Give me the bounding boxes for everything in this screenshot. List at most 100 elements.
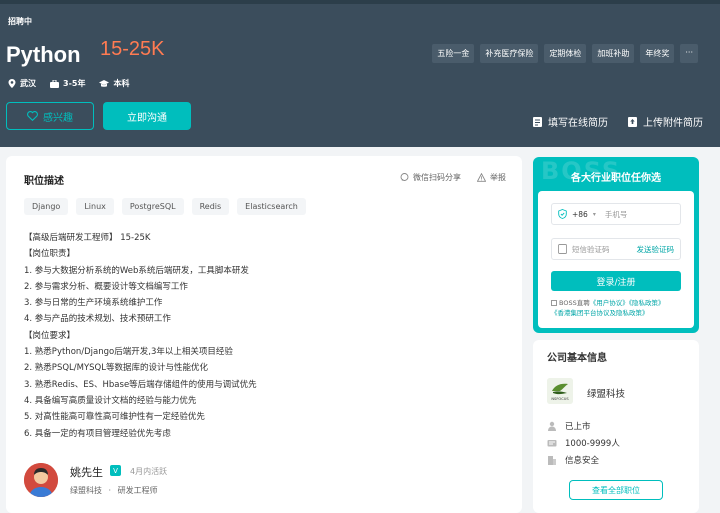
desc-line: 【岗位职责】 — [24, 249, 76, 260]
company-listed-row: 已上市 — [547, 420, 591, 432]
skill-tag: Elasticsearch — [237, 198, 306, 215]
desc-line: 1. 熟悉Python/Django后端开发,3年以上相关项目经验 — [24, 347, 233, 358]
person-avatar-icon — [24, 463, 58, 497]
company-logo[interactable]: NSFOCUS — [547, 378, 573, 404]
meta-degree-text: 本科 — [113, 79, 130, 88]
recruiter-company-name: 绿盟科技 — [70, 486, 102, 495]
upload-resume-label: 上传附件简历 — [643, 118, 703, 129]
interest-button-label: 感兴趣 — [43, 112, 73, 124]
company-listed: 已上市 — [565, 422, 591, 432]
job-description-card: 职位描述 微信扫码分享 举报 Django Linux PostgreSQL R… — [6, 156, 522, 513]
send-code-button[interactable]: 发送验证码 — [637, 244, 675, 255]
online-resume-link[interactable]: 填写在线简历 — [533, 114, 608, 129]
briefcase-icon — [50, 79, 59, 88]
skill-tag: Django — [24, 198, 69, 215]
sms-code-icon — [558, 244, 567, 254]
building-icon — [548, 456, 556, 465]
benefit-tag: 加班补助 — [592, 44, 635, 63]
country-code-select[interactable]: +86 — [572, 210, 588, 219]
hk-group-agreement-link[interactable]: 《香港集团平台协议及隐私政策》 — [551, 309, 649, 317]
desc-line: 1. 参与大数据分析系统的Web系统后端研发，工具脚本研发 — [24, 265, 249, 276]
chat-now-button[interactable]: 立即沟通 — [103, 102, 191, 130]
company-size: 1000-9999人 — [565, 439, 620, 449]
company-name[interactable]: 绿盟科技 — [587, 386, 625, 400]
benefit-tag: 定期体检 — [544, 44, 587, 63]
recruiter-name: 姚先生 — [70, 466, 103, 479]
view-all-jobs-button[interactable]: 查看全部职位 — [569, 480, 663, 500]
online-resume-label: 填写在线简历 — [548, 118, 608, 129]
benefit-tags: 五险一金 补充医疗保险 定期体检 加班补助 年终奖 ··· — [432, 44, 698, 63]
upload-resume-link[interactable]: 上传附件简历 — [628, 114, 703, 129]
recruiter-active-status: 4月内活跃 — [130, 467, 168, 476]
skill-tag: Linux — [76, 198, 114, 215]
meta-location-text: 武汉 — [20, 79, 36, 88]
benefit-tag: 年终奖 — [640, 44, 675, 63]
chat-bubble-icon — [400, 173, 409, 181]
sms-code-input[interactable]: 短信验证码 发送验证码 — [551, 238, 681, 260]
wechat-share-button[interactable]: 微信扫码分享 — [400, 172, 461, 183]
sms-code-placeholder: 短信验证码 — [572, 244, 610, 254]
job-status: 招聘中 — [8, 17, 32, 26]
location-pin-icon — [8, 79, 16, 88]
company-size-row: 1000-9999人 — [547, 437, 620, 449]
desc-line: 【岗位要求】 — [24, 330, 76, 341]
company-logo-image: NSFOCUS — [547, 378, 573, 404]
report-button[interactable]: 举报 — [477, 172, 506, 183]
agree-prefix: BOSS直聘 — [559, 299, 590, 307]
login-title: 各大行业职位任你选 — [571, 173, 661, 184]
report-label: 举报 — [490, 173, 506, 182]
recruiter-company: 绿盟科技 · 研发工程师 — [70, 485, 158, 496]
recruiter-avatar[interactable] — [24, 463, 58, 497]
desc-line: 【高级后端研发工程师】 15-25K — [24, 233, 151, 243]
company-info-card: 公司基本信息 NSFOCUS 绿盟科技 已上市 1000-9999人 信息安全 … — [533, 340, 699, 513]
wechat-share-label: 微信扫码分享 — [413, 173, 461, 182]
desc-line: 6. 具备一定的有项目管理经验优先考虑 — [24, 428, 171, 439]
job-description-text: 【高级后端研发工程师】 15-25K 【岗位职责】 1. 参与大数据分析系统的W… — [24, 230, 257, 442]
graduation-cap-icon — [99, 79, 110, 87]
desc-line: 2. 熟悉PSQL/MYSQL等数据库的设计与性能优化 — [24, 363, 208, 374]
user-agreement-link[interactable]: 《用户协议》 — [590, 299, 629, 307]
login-form: +86 ▾ 手机号 短信验证码 发送验证码 登录/注册 BOSS直聘《用户协议》… — [538, 191, 694, 328]
people-group-icon — [547, 440, 557, 447]
desc-line: 3. 参与日常的生产环境系统维护工作 — [24, 298, 163, 309]
upload-file-icon — [628, 116, 637, 127]
skill-tags: Django Linux PostgreSQL Redis Elasticsea… — [24, 198, 306, 215]
desc-line: 4. 参与产品的技术规划、技术预研工作 — [24, 314, 171, 325]
verified-badge-icon: V — [110, 465, 121, 476]
meta-experience: 3-5年 — [50, 78, 85, 89]
desc-line: 2. 参与需求分析、概要设计等文档编写工作 — [24, 281, 188, 292]
chat-now-label: 立即沟通 — [127, 112, 167, 124]
skill-tag: PostgreSQL — [121, 198, 184, 215]
chevron-down-icon: ▾ — [592, 210, 596, 218]
agree-checkbox[interactable] — [551, 300, 557, 306]
benefits-more-button[interactable]: ··· — [680, 44, 698, 63]
login-register-button[interactable]: 登录/注册 — [551, 271, 681, 291]
phone-input[interactable]: +86 ▾ 手机号 — [551, 203, 681, 225]
company-industry: 信息安全 — [565, 456, 600, 466]
benefit-tag: 补充医疗保险 — [480, 44, 539, 63]
company-logo-text: NSFOCUS — [551, 397, 569, 401]
benefit-tag: 五险一金 — [432, 44, 475, 63]
privacy-policy-link[interactable]: 《隐私政策》 — [629, 299, 665, 307]
login-card: BOSS 各大行业职位任你选 +86 ▾ 手机号 短信验证码 发送验证码 登录/… — [533, 157, 699, 333]
skill-tag: Redis — [191, 198, 230, 215]
phone-placeholder: 手机号 — [604, 209, 628, 219]
meta-degree: 本科 — [99, 78, 129, 89]
section-title: 职位描述 — [24, 176, 64, 187]
heart-icon — [27, 111, 38, 121]
meta-experience-text: 3-5年 — [63, 79, 86, 88]
recruiter-info[interactable]: 姚先生 V 4月内活跃 绿盟科技 · 研发工程师 — [24, 463, 504, 503]
company-section-title: 公司基本信息 — [547, 353, 607, 364]
person-icon — [548, 421, 556, 431]
interest-button[interactable]: 感兴趣 — [6, 102, 94, 130]
warning-icon — [477, 173, 486, 182]
resume-edit-icon — [533, 116, 542, 127]
job-title: Python — [6, 42, 81, 67]
desc-line: 4. 具备编写高质量设计文档的经验与能力优先 — [24, 395, 197, 406]
separator-dot: · — [108, 486, 112, 495]
job-meta: 武汉 3-5年 本科 — [8, 78, 129, 89]
card-actions: 微信扫码分享 举报 — [400, 172, 506, 183]
recruiter-position: 研发工程师 — [117, 486, 158, 495]
meta-location: 武汉 — [8, 78, 36, 89]
agreement-text: BOSS直聘《用户协议》《隐私政策》 《香港集团平台协议及隐私政策》 — [551, 298, 691, 318]
